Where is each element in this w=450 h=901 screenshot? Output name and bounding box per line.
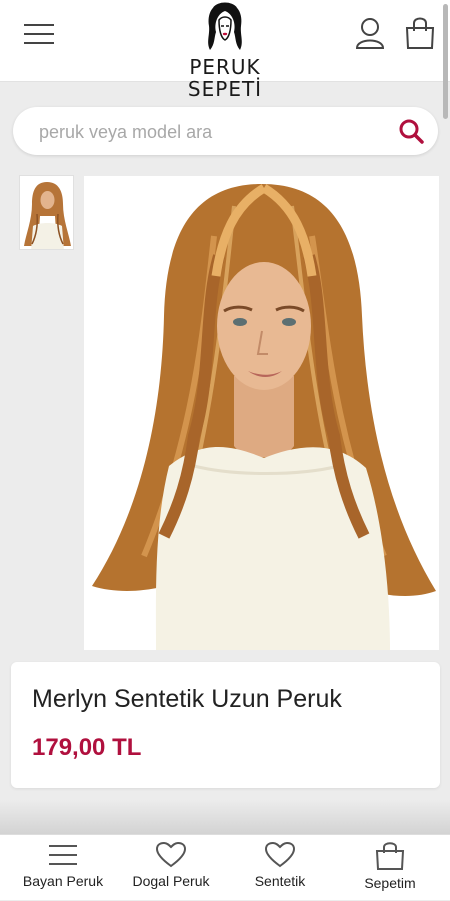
search-bar	[13, 107, 438, 155]
bag-icon	[375, 842, 405, 870]
heart-icon	[265, 842, 295, 868]
menu-icon[interactable]	[24, 24, 54, 46]
bottom-navigation: Bayan Peruk Dogal Peruk Sentetik Sepetim	[0, 834, 450, 900]
nav-label: Sentetik	[254, 873, 306, 889]
logo-text: PERUK SEPETİ	[187, 55, 263, 101]
product-main-image[interactable]	[84, 176, 439, 650]
search-input[interactable]	[37, 115, 381, 149]
nav-item-sepetim[interactable]: Sepetim	[350, 835, 430, 901]
nav-label: Sepetim	[364, 875, 416, 891]
user-icon[interactable]	[354, 16, 386, 50]
product-info-card: Merlyn Sentetik Uzun Peruk 179,00 TL	[11, 662, 440, 788]
product-thumbnail[interactable]	[19, 175, 74, 250]
content-divider	[0, 800, 450, 834]
logo-woman-icon	[208, 2, 242, 50]
scrollbar[interactable]	[443, 4, 448, 119]
heart-icon	[156, 842, 186, 868]
search-icon[interactable]	[398, 118, 424, 144]
nav-label: Bayan Peruk	[22, 873, 104, 889]
product-price: 179,00 TL	[32, 734, 142, 761]
nav-label: Dogal Peruk	[132, 873, 210, 889]
menu-icon	[49, 845, 77, 865]
app-header: PERUK SEPETİ	[0, 0, 450, 100]
nav-item-sentetik[interactable]: Sentetik	[236, 835, 324, 901]
nav-item-dogal-peruk[interactable]: Dogal Peruk	[120, 835, 222, 901]
shopping-bag-icon[interactable]	[404, 16, 436, 50]
nav-item-bayan-peruk[interactable]: Bayan Peruk	[8, 835, 118, 901]
product-title: Merlyn Sentetik Uzun Peruk	[32, 685, 342, 713]
site-logo[interactable]: PERUK SEPETİ	[150, 0, 300, 100]
